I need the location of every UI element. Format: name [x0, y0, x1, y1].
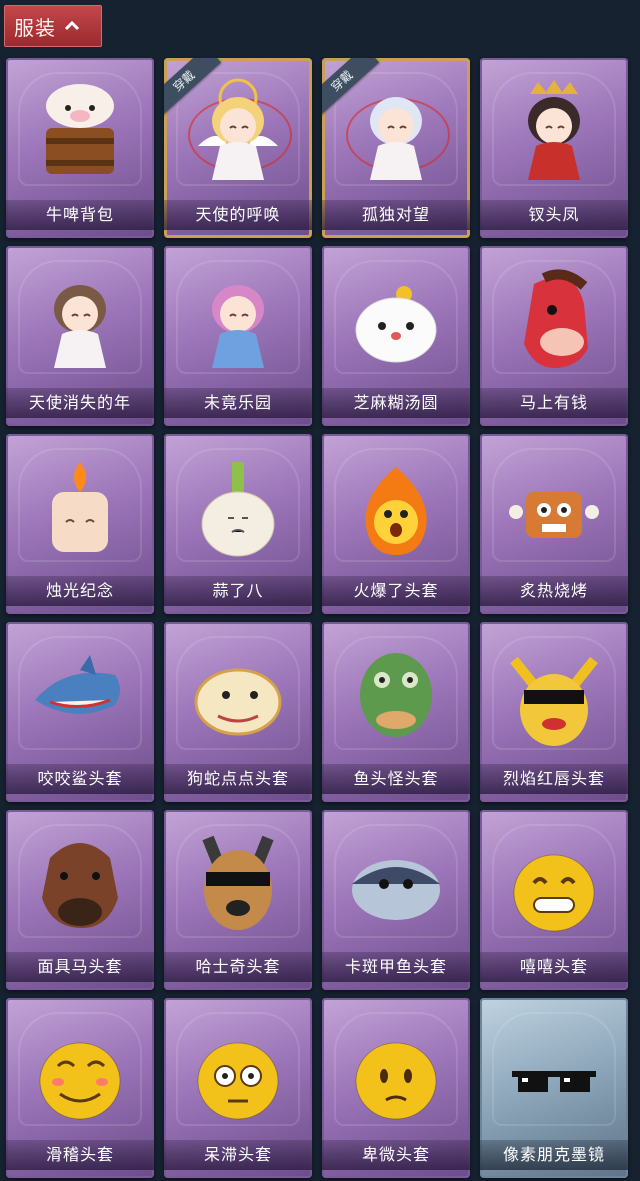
- silver-hair-doll-icon: [346, 76, 446, 186]
- costume-card[interactable]: 穿戴 孤独对望: [322, 58, 470, 238]
- costume-card[interactable]: 嘻嘻头套: [480, 810, 628, 990]
- costume-name: 未竟乐园: [164, 388, 312, 418]
- costume-name: 哈士奇头套: [164, 952, 312, 982]
- costume-card[interactable]: 呆滞头套: [164, 998, 312, 1178]
- costume-name: 孤独对望: [322, 200, 470, 230]
- costume-name: 天使的呼唤: [164, 200, 312, 230]
- costume-card[interactable]: 像素朋克墨镜: [480, 998, 628, 1178]
- costume-name: 天使消失的年: [6, 388, 154, 418]
- horse-mask-icon: [30, 828, 130, 938]
- fire-head-icon: [346, 452, 446, 562]
- costume-name: 烈焰红唇头套: [480, 764, 628, 794]
- costume-name: 呆滞头套: [164, 1140, 312, 1170]
- costume-card[interactable]: 穿戴 天使的呼唤: [164, 58, 312, 238]
- costume-card[interactable]: 狗蛇点点头套: [164, 622, 312, 802]
- costume-name: 像素朋克墨镜: [480, 1140, 628, 1170]
- costume-name: 滑稽头套: [6, 1140, 154, 1170]
- costume-card[interactable]: 炙热烧烤: [480, 434, 628, 614]
- costume-name: 卑微头套: [322, 1140, 470, 1170]
- section-toggle-header[interactable]: 服装: [4, 5, 102, 47]
- costume-name: 面具马头套: [6, 952, 154, 982]
- costume-name: 卡斑甲鱼头套: [322, 952, 470, 982]
- costume-card[interactable]: 面具马头套: [6, 810, 154, 990]
- grin-emoji-icon: [504, 828, 604, 938]
- red-horse-icon: [504, 264, 604, 374]
- costume-name: 马上有钱: [480, 388, 628, 418]
- costume-card[interactable]: 未竟乐园: [164, 246, 312, 426]
- section-title: 服装: [14, 15, 56, 40]
- angel-doll-icon: [188, 76, 288, 186]
- costume-card[interactable]: 咬咬鲨头套: [6, 622, 154, 802]
- costume-card[interactable]: 鱼头怪头套: [322, 622, 470, 802]
- costume-card[interactable]: 烈焰红唇头套: [480, 622, 628, 802]
- costume-name: 鱼头怪头套: [322, 764, 470, 794]
- shark-head-icon: [30, 640, 130, 750]
- costume-name: 嘻嘻头套: [480, 952, 628, 982]
- costume-name: 咬咬鲨头套: [6, 764, 154, 794]
- yellow-mouse-sunglasses-icon: [504, 640, 604, 750]
- costume-card[interactable]: 马上有钱: [480, 246, 628, 426]
- costume-grid: 牛啤背包 穿戴 天使的呼唤 穿戴 孤独对望 钗头凤天使消失的年 未竟乐园 芝麻糊汤圆 马上有钱烛…: [6, 58, 628, 1178]
- costume-card[interactable]: 芝麻糊汤圆: [322, 246, 470, 426]
- rice-ball-icon: [346, 264, 446, 374]
- costume-name: 烛光纪念: [6, 576, 154, 606]
- veiled-doll-icon: [30, 264, 130, 374]
- costume-name: 火爆了头套: [322, 576, 470, 606]
- costume-name: 芝麻糊汤圆: [322, 388, 470, 418]
- funny-emoji-icon: [30, 1016, 130, 1126]
- costume-card[interactable]: 滑稽头套: [6, 998, 154, 1178]
- costume-card[interactable]: 蒜了八: [164, 434, 312, 614]
- cow-beer-backpack-icon: [30, 76, 130, 186]
- humble-emoji-icon: [346, 1016, 446, 1126]
- dazed-emoji-icon: [188, 1016, 288, 1126]
- pixel-sunglasses-icon: [504, 1016, 604, 1126]
- costume-card[interactable]: 钗头凤: [480, 58, 628, 238]
- chevron-up-icon: [64, 21, 80, 31]
- bbq-meat-icon: [504, 452, 604, 562]
- fish-monster-head-icon: [346, 640, 446, 750]
- costume-name: 蒜了八: [164, 576, 312, 606]
- costume-name: 狗蛇点点头套: [164, 764, 312, 794]
- costume-card[interactable]: 卡斑甲鱼头套: [322, 810, 470, 990]
- costume-name: 钗头凤: [480, 200, 628, 230]
- candle-icon: [30, 452, 130, 562]
- costume-name: 炙热烧烤: [480, 576, 628, 606]
- costume-card[interactable]: 卑微头套: [322, 998, 470, 1178]
- costume-card[interactable]: 火爆了头套: [322, 434, 470, 614]
- costume-name: 牛啤背包: [6, 200, 154, 230]
- dog-snake-head-icon: [188, 640, 288, 750]
- costume-card[interactable]: 天使消失的年: [6, 246, 154, 426]
- husky-sunglasses-icon: [188, 828, 288, 938]
- costume-card[interactable]: 牛啤背包: [6, 58, 154, 238]
- phoenix-crown-doll-icon: [504, 76, 604, 186]
- pink-hair-doll-icon: [188, 264, 288, 374]
- garlic-icon: [188, 452, 288, 562]
- costume-card[interactable]: 烛光纪念: [6, 434, 154, 614]
- costume-card[interactable]: 哈士奇头套: [164, 810, 312, 990]
- catfish-head-icon: [346, 828, 446, 938]
